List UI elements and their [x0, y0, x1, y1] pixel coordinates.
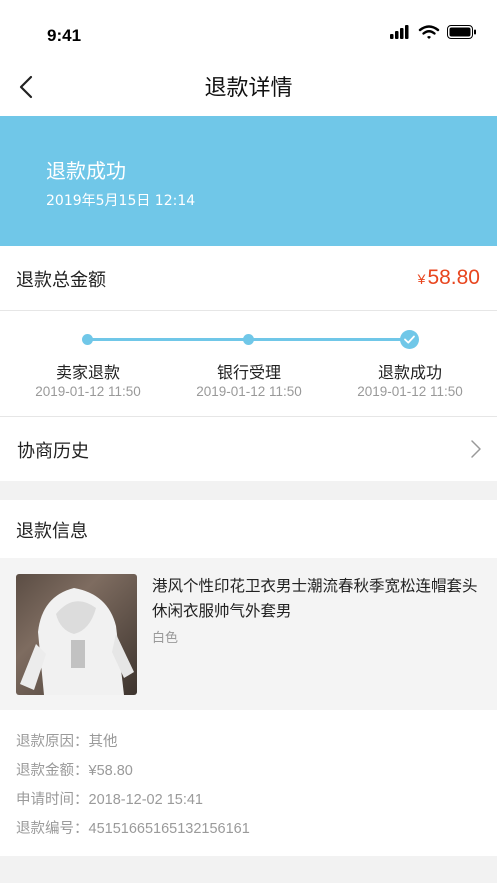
hoodie-photo — [20, 588, 134, 695]
info-value: 2018-12-02 15:41 — [88, 792, 204, 808]
info-label: 退款编号： — [16, 821, 89, 837]
signal-icon — [390, 25, 409, 39]
step-time: 2019-01-12 11:50 — [357, 384, 463, 399]
info-label: 退款原因： — [16, 734, 89, 750]
page-title: 退款详情 — [204, 76, 293, 101]
amount-number: 58.80 — [427, 266, 480, 289]
step-time: 2019-01-12 11:50 — [35, 384, 141, 399]
status-icons — [390, 25, 476, 39]
step-label: 卖家退款 — [55, 363, 120, 382]
wifi-icon — [418, 25, 440, 39]
negotiation-history-label: 协商历史 — [17, 441, 89, 462]
info-value: ¥58.80 — [88, 763, 133, 779]
total-amount-value: ¥58.80 — [418, 266, 480, 290]
product-title: 港风个性印花卫衣男士潮流春秋季宽松连帽套头休闲衣服帅气外套男 — [152, 577, 478, 620]
refund-amount: 退款金额：¥58.80 — [16, 759, 133, 780]
battery-icon — [447, 25, 476, 39]
refund-info-heading: 退款信息 — [16, 521, 88, 542]
refund-status-title: 退款成功 — [46, 159, 126, 183]
info-label: 申请时间： — [16, 792, 89, 808]
product-thumbnail — [16, 574, 137, 695]
step-time: 2019-01-12 11:50 — [196, 384, 302, 399]
total-amount-label: 退款总金额 — [16, 270, 106, 291]
chevron-right-icon — [471, 440, 481, 458]
refund-number: 退款编号：45151665165132156161 — [16, 817, 250, 838]
step-label: 退款成功 — [377, 363, 442, 382]
info-label: 退款金额： — [16, 763, 89, 779]
info-value: 45151665165132156161 — [88, 821, 250, 837]
currency-symbol: ¥ — [417, 271, 426, 287]
refund-reason: 退款原因：其他 — [16, 730, 118, 751]
product-sku: 白色 — [152, 631, 179, 646]
apply-time: 申请时间：2018-12-02 15:41 — [16, 788, 203, 809]
status-time: 9:41 — [47, 26, 82, 45]
step-dot — [82, 334, 93, 345]
check-icon — [400, 330, 419, 349]
info-value: 其他 — [88, 734, 118, 750]
refund-status-date: 2019年5月15日 12:14 — [46, 193, 196, 209]
step-dot — [243, 334, 254, 345]
step-label: 银行受理 — [216, 363, 281, 382]
